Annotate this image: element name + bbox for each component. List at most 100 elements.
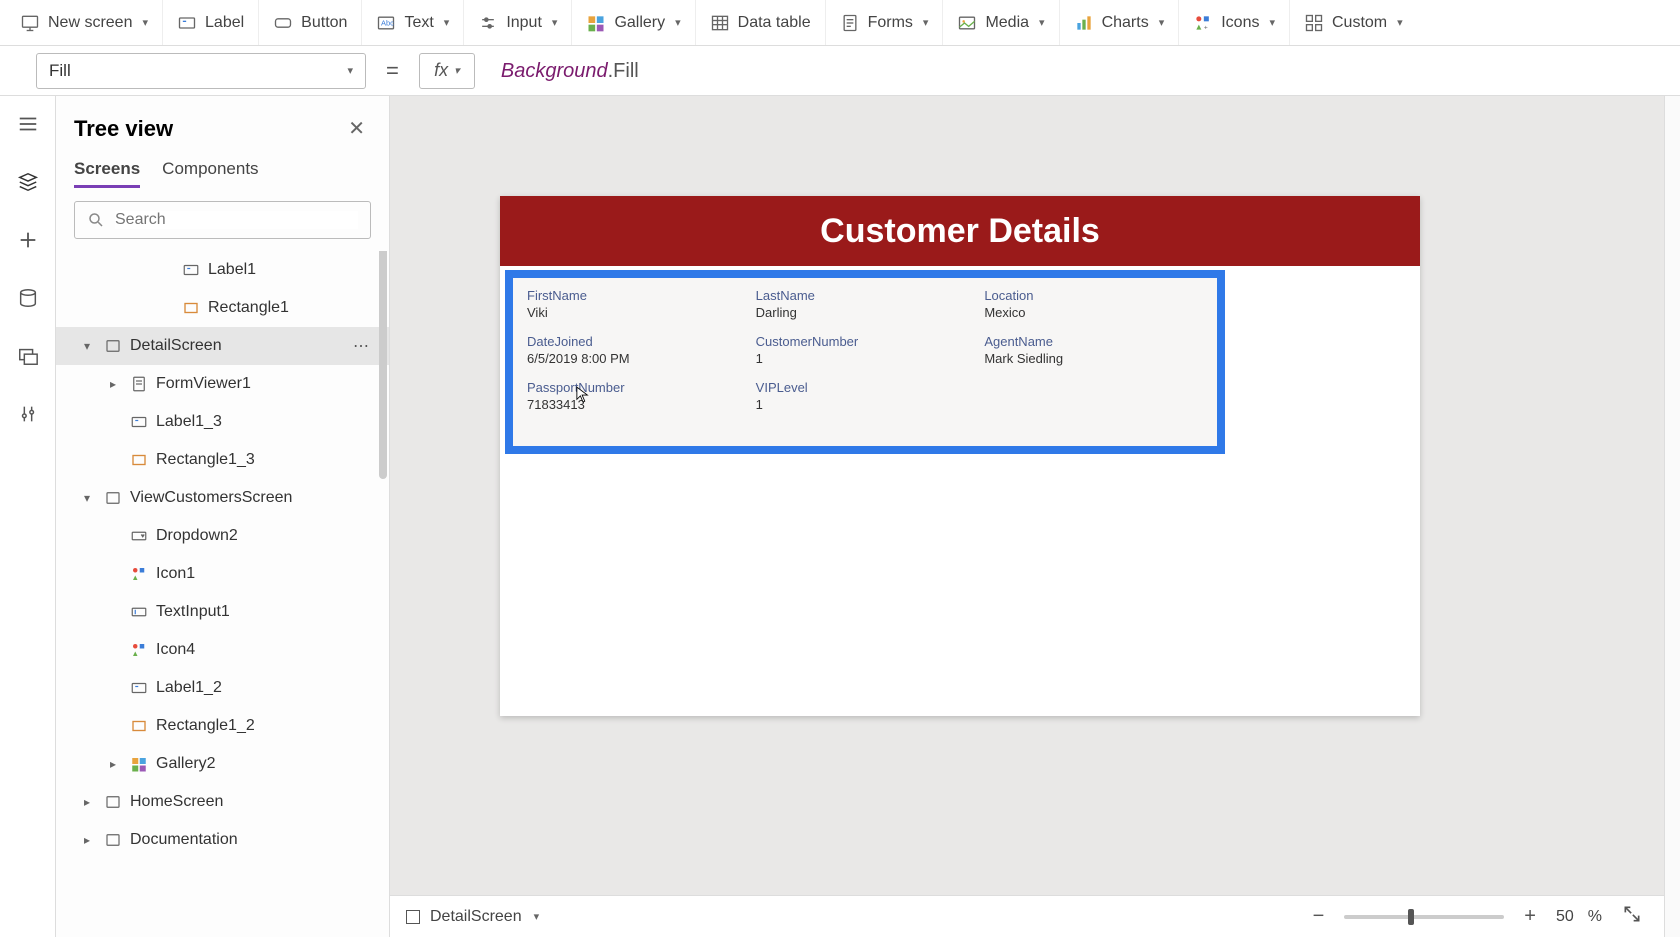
media-text: Media [985,14,1029,32]
tree-item-homescreen[interactable]: ▸HomeScreen [56,783,389,821]
charts-icon [1074,13,1094,33]
formula-input[interactable]: Background.Fill [489,58,639,83]
tree-item-textinput1[interactable]: TextInput1 [56,593,389,631]
media-button[interactable]: Media ▾ [943,0,1059,45]
gallery-icon [130,755,148,773]
input-button[interactable]: Input ▾ [464,0,572,45]
text-button[interactable]: Abc Text ▾ [362,0,464,45]
text-icon: Abc [376,13,396,33]
chevron-down-icon[interactable]: ▾ [78,339,96,353]
chevron-right-icon[interactable]: ▸ [78,795,96,809]
search-box[interactable] [74,201,371,239]
svg-text:+: + [1204,24,1208,31]
chevron-right-icon[interactable]: ▸ [78,833,96,847]
chevron-down-icon: ▾ [1397,16,1403,29]
zoom-slider[interactable] [1344,915,1504,919]
panel-close-button[interactable]: ✕ [342,112,371,145]
tree-item-formviewer1[interactable]: ▸FormViewer1 [56,365,389,403]
chevron-down-icon: ▾ [142,16,148,29]
fx-button[interactable]: fx ▾ [419,53,475,89]
screen-icon [104,337,122,355]
field-label: VIPLevel [756,380,975,395]
fit-to-window-button[interactable] [1616,902,1648,932]
screen-indicator-icon [406,910,420,924]
fx-label: fx [434,60,448,81]
label-icon [130,413,148,431]
field-value: 1 [756,397,975,412]
tree-item-icon1[interactable]: Icon1 [56,555,389,593]
properties-panel-collapsed[interactable] [1664,96,1680,937]
field-label: DateJoined [527,334,746,349]
hamburger-icon[interactable] [14,110,42,138]
tree-item-label1-3[interactable]: Label1_3 [56,403,389,441]
forms-icon [840,13,860,33]
canvas-area[interactable]: Customer Details FirstNameVikiLastNameDa… [390,96,1664,937]
tree-item-label1[interactable]: Label1 [56,251,389,289]
screen-icon [20,13,40,33]
iconctrl-icon [130,641,148,659]
label-icon [182,261,200,279]
form-field: PassportNumber71833413 [527,380,746,420]
property-selector[interactable]: Fill ▾ [36,53,366,89]
tab-components[interactable]: Components [162,159,258,188]
tree-scrollbar[interactable] [379,251,387,919]
chevron-down-icon: ▾ [1039,16,1045,29]
app-canvas[interactable]: Customer Details FirstNameVikiLastNameDa… [500,196,1420,716]
tree-item-label: ViewCustomersScreen [130,489,292,507]
charts-button[interactable]: Charts ▾ [1060,0,1180,45]
data-table-button[interactable]: Data table [696,0,826,45]
tools-icon[interactable] [14,400,42,428]
tree-item-rectangle1[interactable]: Rectangle1 [56,289,389,327]
iconctrl-icon [130,565,148,583]
chevron-down-icon: ▾ [1159,16,1165,29]
form-field: LocationMexico [984,288,1203,328]
media-rail-icon[interactable] [14,342,42,370]
tree-item-detailscreen[interactable]: ▾DetailScreen⋯ [56,327,389,365]
screen-icon [104,793,122,811]
zoom-value: 50 [1556,908,1574,926]
input-text: Input [506,14,542,32]
label-button[interactable]: Label [163,0,259,45]
tree-item-rectangle1-2[interactable]: Rectangle1_2 [56,707,389,745]
forms-button[interactable]: Forms ▾ [826,0,944,45]
chevron-right-icon[interactable]: ▸ [104,757,122,771]
icons-button[interactable]: + Icons ▾ [1179,0,1290,45]
tree-view-icon[interactable] [14,168,42,196]
new-screen-button[interactable]: New screen ▾ [6,0,163,45]
tree-item-dropdown2[interactable]: Dropdown2 [56,517,389,555]
icons-text: Icons [1221,14,1259,32]
field-value: Mexico [984,305,1203,320]
charts-text: Charts [1102,14,1149,32]
screen-icon [104,489,122,507]
label-icon [130,679,148,697]
search-input[interactable] [115,211,358,229]
insert-icon[interactable] [14,226,42,254]
custom-button[interactable]: Custom ▾ [1290,0,1417,45]
status-bar: DetailScreen ▾ − + 50 % [390,895,1664,937]
icons-icon: + [1193,13,1213,33]
rect-icon [130,451,148,469]
chevron-right-icon[interactable]: ▸ [104,377,122,391]
chevron-down-icon[interactable]: ▾ [534,910,540,923]
textinput-icon [130,603,148,621]
tree-item-documentation[interactable]: ▸Documentation [56,821,389,859]
tree-item-label1-2[interactable]: Label1_2 [56,669,389,707]
gallery-button[interactable]: Gallery ▾ [572,0,695,45]
data-icon[interactable] [14,284,42,312]
form-viewer[interactable]: FirstNameVikiLastNameDarlingLocationMexi… [505,270,1225,454]
formula-token-2: .Fill [608,60,639,82]
zoom-in-button[interactable]: + [1518,903,1542,930]
tree-item-rectangle1-3[interactable]: Rectangle1_3 [56,441,389,479]
tree-view-panel: Tree view ✕ Screens Components Label1Rec… [56,96,390,937]
tree-item-label: TextInput1 [156,603,230,621]
tree-item-label: DetailScreen [130,337,222,355]
zoom-out-button[interactable]: − [1307,903,1331,930]
tab-screens[interactable]: Screens [74,159,140,188]
panel-title: Tree view [74,116,173,142]
tree-item-viewcustomersscreen[interactable]: ▾ ViewCustomersScreen [56,479,389,517]
button-button[interactable]: Button [259,0,362,45]
tree-item-gallery2[interactable]: ▸Gallery2 [56,745,389,783]
chevron-down-icon: ▾ [454,64,460,77]
chevron-down-icon[interactable]: ▾ [78,491,96,505]
tree-item-icon4[interactable]: Icon4 [56,631,389,669]
